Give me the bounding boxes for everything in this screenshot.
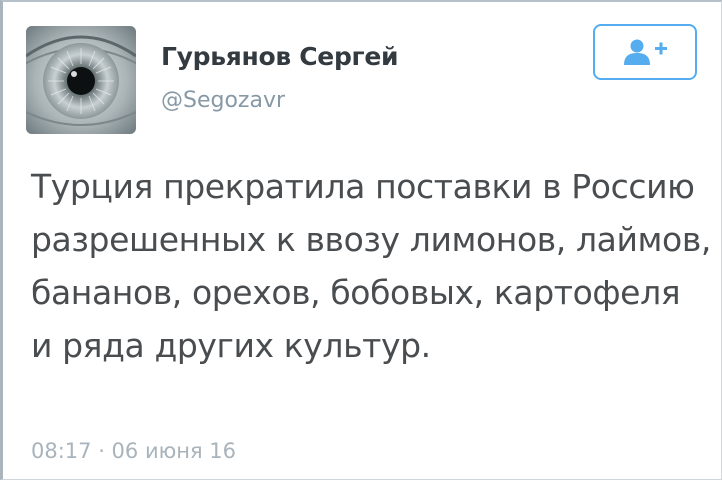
- avatar[interactable]: [26, 26, 136, 134]
- eye-avatar-icon: [26, 26, 136, 134]
- follow-button[interactable]: [593, 24, 697, 80]
- tweet-text: Турция прекратила поставки в Россию разр…: [31, 167, 711, 365]
- tweet-timestamp[interactable]: 08:17 · 06 июня 16: [31, 439, 236, 463]
- author-handle[interactable]: @Segozavr: [161, 88, 285, 113]
- add-user-icon: [624, 39, 667, 65]
- author-display-name[interactable]: Гурьянов Сергей: [161, 42, 398, 71]
- tweet-card: Гурьянов Сергей @Segozavr Турция прекрат…: [0, 0, 722, 480]
